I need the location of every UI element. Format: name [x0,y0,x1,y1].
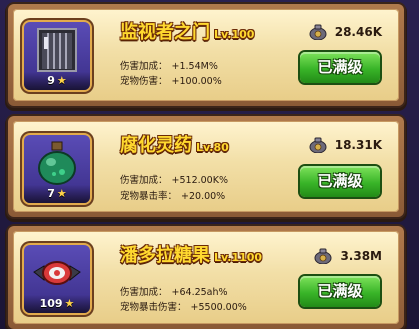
stat-label: 宠物暴击率： [120,191,178,202]
artifact-name: 监视者之门 [120,22,210,43]
door-icon [37,28,77,72]
stat-label: 伤害加成： [120,175,168,186]
stat-label: 伤害加成： [120,61,168,72]
star-count: 7 [47,187,55,200]
stat-row: 伤害加成： +64.25ah% [120,284,228,298]
stat-value: +512.00K% [171,175,228,186]
artifact-level: Lv.1100 [214,251,263,264]
artifact-icon-frame[interactable]: 109 ★ [24,245,90,313]
artifact-card: 109 ★ 潘多拉糖果 Lv.1100 伤害加成： +64.25ah% 宠物暴击伤害：… [8,226,404,329]
stat-row: 伤害加成： +512.00K% [120,172,228,186]
artifact-card: 9 ★ 监视者之门 Lv.100 伤害加成： +1.54M% 宠物伤害： +100.00… [8,4,404,106]
artifact-icon-frame[interactable]: 7 ★ [24,135,90,203]
max-level-button[interactable]: 已满级 [300,166,380,197]
stat-label: 宠物暴击伤害： [120,302,187,313]
artifact-level: Lv.80 [196,141,229,154]
stat-value: +1.54M% [171,61,218,72]
artifact-level: Lv.100 [214,28,255,41]
artifact-list: 9 ★ 监视者之门 Lv.100 伤害加成： +1.54M% 宠物伤害： +100.00… [0,0,419,329]
stat-value: +64.25ah% [171,287,228,298]
stat-label: 宠物伤害： [120,76,168,87]
cost-value: 28.46K [334,25,382,39]
stat-row: 宠物暴击率： +20.00% [120,188,225,202]
star-icon: ★ [64,297,75,310]
stat-row: 伤害加成： +1.54M% [120,58,218,72]
upgrade-cost: 3.38M [314,248,382,264]
candy-icon [33,261,81,285]
max-level-button[interactable]: 已满级 [300,276,380,307]
upgrade-cost: 18.31K [309,137,382,153]
star-badge: 7 ★ [24,185,90,203]
cost-value: 18.31K [334,138,382,152]
artifact-title: 腐化灵药 Lv.80 [120,131,229,157]
stat-label: 伤害加成： [120,287,168,298]
star-count: 109 [39,297,63,310]
upgrade-cost: 28.46K [309,24,382,40]
star-icon: ★ [56,187,67,200]
potion-icon [38,141,76,185]
stat-value: +100.00% [171,76,222,87]
artifact-icon-frame[interactable]: 9 ★ [24,22,90,90]
coin-bag-icon [309,24,327,40]
artifact-name: 腐化灵药 [120,135,192,156]
artifact-name: 潘多拉糖果 [120,245,210,266]
artifact-card: 7 ★ 腐化灵药 Lv.80 伤害加成： +512.00K% 宠物暴击率： +20.00… [8,116,404,217]
artifact-title: 潘多拉糖果 Lv.1100 [120,241,262,267]
stat-value: +5500.00% [190,302,247,313]
star-icon: ★ [56,74,67,87]
cost-value: 3.38M [340,249,382,263]
max-level-button[interactable]: 已满级 [300,52,380,83]
star-badge: 9 ★ [24,72,90,90]
stat-row: 宠物伤害： +100.00% [120,73,222,87]
stat-value: +20.00% [181,191,226,202]
star-badge: 109 ★ [24,295,90,313]
star-count: 9 [47,74,55,87]
stat-row: 宠物暴击伤害： +5500.00% [120,299,247,313]
coin-bag-icon [309,137,327,153]
artifact-title: 监视者之门 Lv.100 [120,18,254,44]
coin-bag-icon [314,248,332,264]
